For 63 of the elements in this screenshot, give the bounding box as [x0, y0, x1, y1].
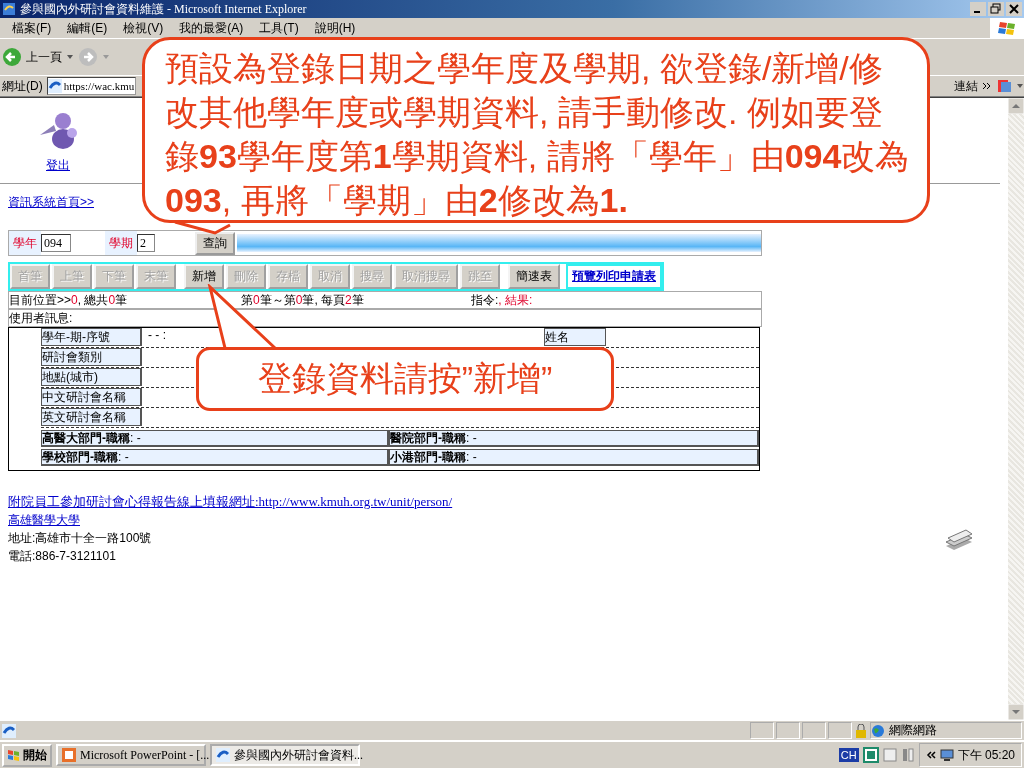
back-button-label[interactable]: 上一頁 — [26, 48, 62, 66]
status-text: 第0筆～第0筆, 每頁2筆 — [241, 291, 365, 309]
field-label: 學年-期-序號 — [41, 328, 142, 346]
menu-item[interactable]: 檔案(F) — [4, 19, 60, 37]
address-text: 地址:高雄市十全一路100號 — [8, 530, 152, 547]
taskbar-button[interactable]: 參與國內外研討會資料... — [210, 744, 360, 766]
panel-icon[interactable] — [900, 748, 915, 762]
phone-text: 電話:886-7-3121101 — [8, 548, 116, 565]
menu-item[interactable]: 我的最愛(A) — [171, 19, 252, 37]
term-label: 學期 — [105, 231, 137, 255]
status-text: 指令:, 結果: — [471, 291, 533, 309]
back-icon[interactable] — [2, 47, 22, 67]
lock-icon — [854, 723, 868, 738]
action-button[interactable]: 新增 — [184, 264, 224, 289]
breadcrumb-link[interactable]: 資訊系統首頁>> — [8, 194, 94, 211]
logout-link[interactable]: 登出 — [46, 157, 70, 174]
dropdown-arrow-icon[interactable] — [1016, 82, 1024, 90]
field-value: - - : — [148, 328, 167, 342]
zone-text: 網際網路 — [889, 722, 937, 739]
presentation-icon — [62, 748, 76, 762]
menu-item[interactable]: 檢視(V) — [115, 19, 172, 37]
department-field: 高醫大部門-職稱: - — [41, 430, 389, 447]
close-icon[interactable] — [1006, 2, 1022, 16]
term-input[interactable]: 2 — [137, 234, 155, 252]
start-button[interactable]: 開始 — [2, 743, 52, 767]
action-button[interactable]: 簡速表 — [508, 264, 560, 289]
clock: 下午 05:20 — [957, 746, 1015, 764]
input-method-indicator[interactable]: CH — [838, 748, 859, 762]
address-label: 網址(D) — [2, 77, 43, 95]
print-preview-link[interactable]: 預覽列印申請表 — [566, 264, 662, 289]
menu-item[interactable]: 說明(H) — [306, 19, 364, 37]
address-field[interactable]: https://wac.kmu — [46, 77, 137, 95]
monitor-icon[interactable] — [939, 748, 954, 762]
scroll-down-icon[interactable] — [1008, 704, 1024, 720]
menu-item[interactable]: 編輯(E) — [59, 19, 116, 37]
restore-icon[interactable] — [988, 2, 1004, 16]
name-label: 姓名 — [544, 328, 606, 346]
query-button[interactable]: 查詢 — [195, 231, 235, 255]
department-field: 醫院部門-職稱: - — [389, 430, 759, 447]
year-input[interactable]: 094 — [41, 234, 71, 252]
field-label: 研討會類別 — [41, 348, 142, 366]
menu-item[interactable]: 工具(T) — [251, 19, 307, 37]
window-title: 參與國內外研討會資料維護 - Microsoft Internet Explorer — [20, 0, 308, 18]
user-message-label: 使用者訊息: — [9, 309, 73, 327]
department-field: 學校部門-職稱: - — [41, 449, 389, 466]
minimize-icon[interactable] — [970, 2, 986, 16]
field-label: 英文研討會名稱 — [41, 408, 142, 426]
department-field: 小港部門-職稱: - — [389, 449, 759, 466]
year-label: 學年 — [9, 231, 41, 255]
status-text: 目前位置>>0, 總共0筆 — [9, 291, 129, 309]
scroll-up-icon[interactable] — [1008, 98, 1024, 114]
chevron-icon[interactable] — [982, 81, 992, 91]
school-link[interactable]: 高雄醫學大學 — [8, 512, 80, 529]
callout: 預設為登錄日期之學年度及學期, 欲登錄/新增/修改其他學年度或學期資料, 請手動修改. 例如要登錄93學年度第1學期資料, 請將「學年」由094改為093, 再將「學期」由2修改為1. — [142, 37, 930, 223]
field-label: 地點(城市) — [41, 368, 142, 386]
links-label[interactable]: 連結 — [954, 77, 978, 95]
report-link[interactable]: 附院員工參加研討會心得報告線上填報網址:http://www.kmuh.org.tw/unit/person/ — [8, 493, 453, 511]
app-icon — [2, 2, 16, 16]
globe-icon — [871, 723, 885, 738]
chevron-icon[interactable] — [925, 750, 936, 760]
windows-logo-icon — [7, 748, 20, 762]
dropdown-arrow-icon[interactable] — [66, 53, 74, 61]
field-label: 中文研討會名稱 — [41, 388, 142, 406]
